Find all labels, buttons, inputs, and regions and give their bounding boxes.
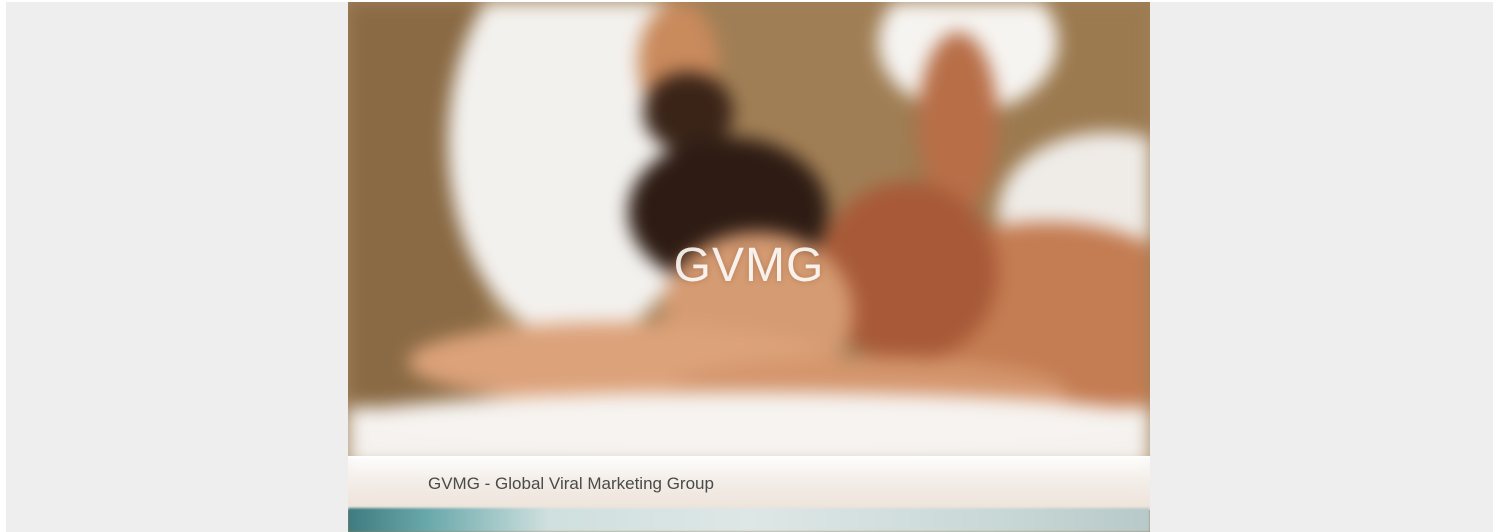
page: GVMG GVMG - Global Viral Marketing Group	[0, 0, 1499, 532]
hero-banner[interactable]: GVMG GVMG - Global Viral Marketing Group	[348, 2, 1150, 532]
caption-bar: GVMG - Global Viral Marketing Group	[348, 456, 1150, 510]
hero-title: GVMG	[673, 239, 825, 292]
frame-left-edge	[0, 0, 6, 532]
bottom-image-strip	[348, 508, 1150, 532]
frame-right-edge	[1493, 0, 1499, 532]
caption-text[interactable]: GVMG - Global Viral Marketing Group	[428, 474, 714, 494]
